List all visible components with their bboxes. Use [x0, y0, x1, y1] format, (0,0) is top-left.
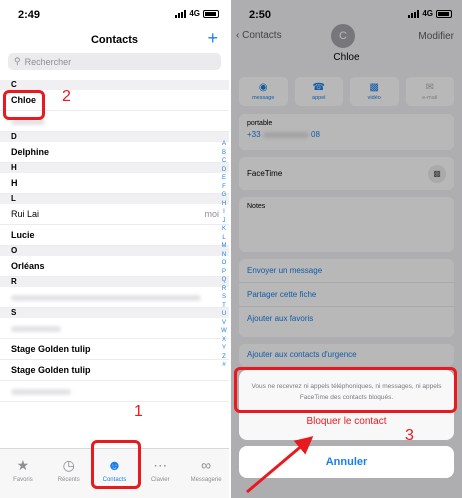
- contact-row-h[interactable]: H: [0, 173, 229, 194]
- highlight-box-chloe: [3, 90, 45, 120]
- contact-row-rui-lai[interactable]: Rui Lai moi: [0, 204, 229, 225]
- annotation-2: 2: [62, 88, 71, 105]
- search-icon: ⚲: [14, 56, 21, 66]
- redacted-name: [11, 388, 71, 395]
- redacted-name: [11, 325, 61, 332]
- alphabet-index[interactable]: A B C D E F G H I J K L M N O P Q R S T …: [221, 140, 227, 370]
- contacts-list: C Chloe D Delphine H H L Rui Lai moi Luc…: [0, 80, 229, 402]
- highlight-box-contacts-tab: [91, 440, 141, 489]
- tab-messagerie[interactable]: ∞ Messagerie: [183, 449, 229, 498]
- contact-row-redacted[interactable]: [0, 381, 229, 402]
- add-contact-button[interactable]: +: [207, 28, 218, 49]
- tab-label: Récents: [57, 477, 80, 483]
- contact-row-orleans[interactable]: Orléans: [0, 256, 229, 277]
- tab-label: Favoris: [13, 477, 33, 483]
- contact-detail-screen: 2:50 4G ‹ Contacts Modifier C Chloe ◉ mes…: [231, 0, 462, 498]
- network-label: 4G: [189, 9, 200, 18]
- tab-favoris[interactable]: ★ Favoris: [0, 449, 46, 498]
- tab-recents[interactable]: ◷ Récents: [46, 449, 92, 498]
- contact-row-redacted[interactable]: [0, 318, 229, 339]
- redacted-name: [11, 294, 201, 301]
- star-icon: ★: [16, 457, 30, 473]
- annotation-1: 1: [134, 403, 143, 420]
- contact-name: Stage Golden tulip: [11, 344, 91, 354]
- contact-name: H: [11, 178, 18, 188]
- contact-row-redacted[interactable]: [0, 287, 229, 308]
- keypad-icon: ⋯: [153, 457, 168, 473]
- battery-icon: [203, 9, 219, 18]
- status-bar: 2:49 4G: [0, 0, 229, 26]
- contact-row-stage-golden-tulip[interactable]: Stage Golden tulip: [0, 360, 229, 381]
- contact-row-delphine[interactable]: Delphine: [0, 142, 229, 163]
- search-input[interactable]: ⚲ Rechercher: [8, 53, 221, 70]
- contacts-list-screen: 2:49 4G Contacts + ⚲ Rechercher C Chloe …: [0, 0, 229, 498]
- page-title: Contacts: [90, 34, 139, 46]
- contact-row-lucie[interactable]: Lucie: [0, 225, 229, 246]
- section-header-r: R: [0, 277, 229, 287]
- tab-label: Messagerie: [190, 477, 222, 483]
- contact-name: Rui Lai: [11, 209, 40, 219]
- me-label: moi: [204, 209, 219, 219]
- section-header-s: S: [0, 308, 229, 318]
- section-header-c: C: [0, 80, 229, 90]
- clock-icon: ◷: [62, 457, 75, 473]
- section-header-h: H: [0, 163, 229, 173]
- section-header-d: D: [0, 132, 229, 142]
- contact-name: Delphine: [11, 147, 50, 157]
- section-header-o: O: [0, 246, 229, 256]
- contact-row-stage-golden-tulip[interactable]: Stage Golden tulip: [0, 339, 229, 360]
- section-header-l: L: [0, 194, 229, 204]
- voicemail-icon: ∞: [201, 457, 212, 473]
- signal-icon: [175, 9, 187, 18]
- tab-clavier[interactable]: ⋯ Clavier: [137, 449, 183, 498]
- status-indicators: 4G: [175, 9, 219, 18]
- contact-name: Lucie: [11, 230, 35, 240]
- tab-label: Clavier: [150, 477, 170, 483]
- highlight-box-warning: [234, 367, 457, 413]
- block-contact-button[interactable]: Bloquer le contact: [239, 416, 454, 427]
- search-placeholder: Rechercher: [24, 56, 72, 67]
- status-time: 2:49: [18, 9, 41, 21]
- contact-name: Orléans: [11, 261, 45, 271]
- contact-name: Stage Golden tulip: [11, 365, 91, 375]
- annotation-3: 3: [405, 427, 414, 444]
- cancel-button[interactable]: Annuler: [239, 446, 454, 478]
